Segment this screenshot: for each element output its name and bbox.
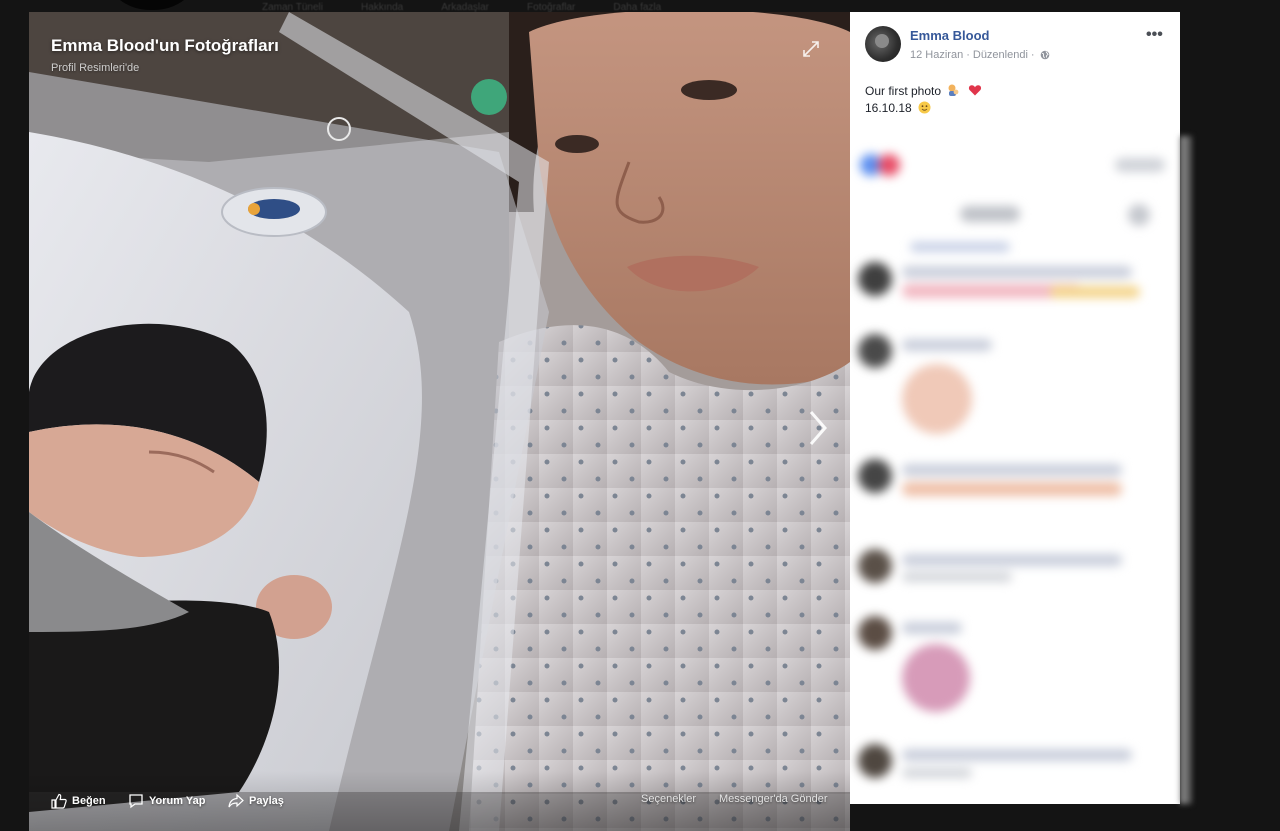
- comment-button[interactable]: Yorum Yap: [128, 793, 205, 809]
- share-icon: [228, 793, 244, 808]
- post-date[interactable]: 12 Haziran: [910, 49, 963, 61]
- post-caption: Our first photo 16.10.18: [865, 83, 982, 117]
- blurred-comments-region: [850, 144, 1180, 804]
- caption-line: Our first photo: [865, 83, 982, 100]
- like-button[interactable]: Beğen: [51, 793, 106, 809]
- caption-line: 16.10.18: [865, 100, 982, 117]
- next-arrow-icon[interactable]: [805, 408, 831, 448]
- mother-baby-emoji-icon: [948, 84, 959, 96]
- viewer-title: Emma Blood'un Fotoğrafları: [51, 36, 279, 55]
- author-name[interactable]: Emma Blood: [910, 28, 989, 43]
- panel-scroll-edge: [1180, 136, 1192, 804]
- like-icon: [51, 793, 67, 809]
- comment-icon: [129, 794, 143, 809]
- meta-separator: ·: [966, 49, 970, 61]
- share-button[interactable]: Paylaş: [228, 793, 284, 809]
- comment-label: Yorum Yap: [149, 795, 206, 807]
- edited-label[interactable]: Düzenlendi: [973, 49, 1028, 61]
- like-label: Beğen: [72, 795, 106, 807]
- background-page: Zaman Tüneli Hakkında Arkadaşlar Fotoğra…: [0, 0, 1280, 13]
- background-profile-avatar: [100, 0, 204, 10]
- post-meta: 12 Haziran · Düzenlendi ·: [910, 49, 1050, 61]
- caption-date: 16.10.18: [865, 101, 912, 115]
- send-in-messenger-button[interactable]: Messenger'da Gönder: [719, 793, 828, 805]
- caption-text: Our first photo: [865, 84, 942, 98]
- heart-emoji-icon: [968, 85, 981, 96]
- globe-icon[interactable]: [1040, 50, 1050, 60]
- expand-icon[interactable]: [802, 40, 820, 58]
- viewer-album-link[interactable]: Profil Resimleri'de: [51, 62, 139, 74]
- options-button[interactable]: Seçenekler: [641, 793, 696, 805]
- post-details-panel: Emma Blood 12 Haziran · Düzenlendi · •••…: [850, 12, 1180, 804]
- more-options-icon[interactable]: •••: [1146, 27, 1166, 43]
- photo-stage: Emma Blood'un Fotoğrafları Profil Resiml…: [29, 12, 850, 831]
- photo-image: [29, 12, 850, 831]
- smile-emoji-icon: [918, 101, 931, 114]
- author-avatar[interactable]: [865, 26, 901, 62]
- meta-separator: ·: [1030, 49, 1035, 61]
- share-label: Paylaş: [249, 795, 284, 807]
- photo-action-bar: Beğen Yorum Yap Paylaş Seçenekler Messen…: [29, 771, 850, 831]
